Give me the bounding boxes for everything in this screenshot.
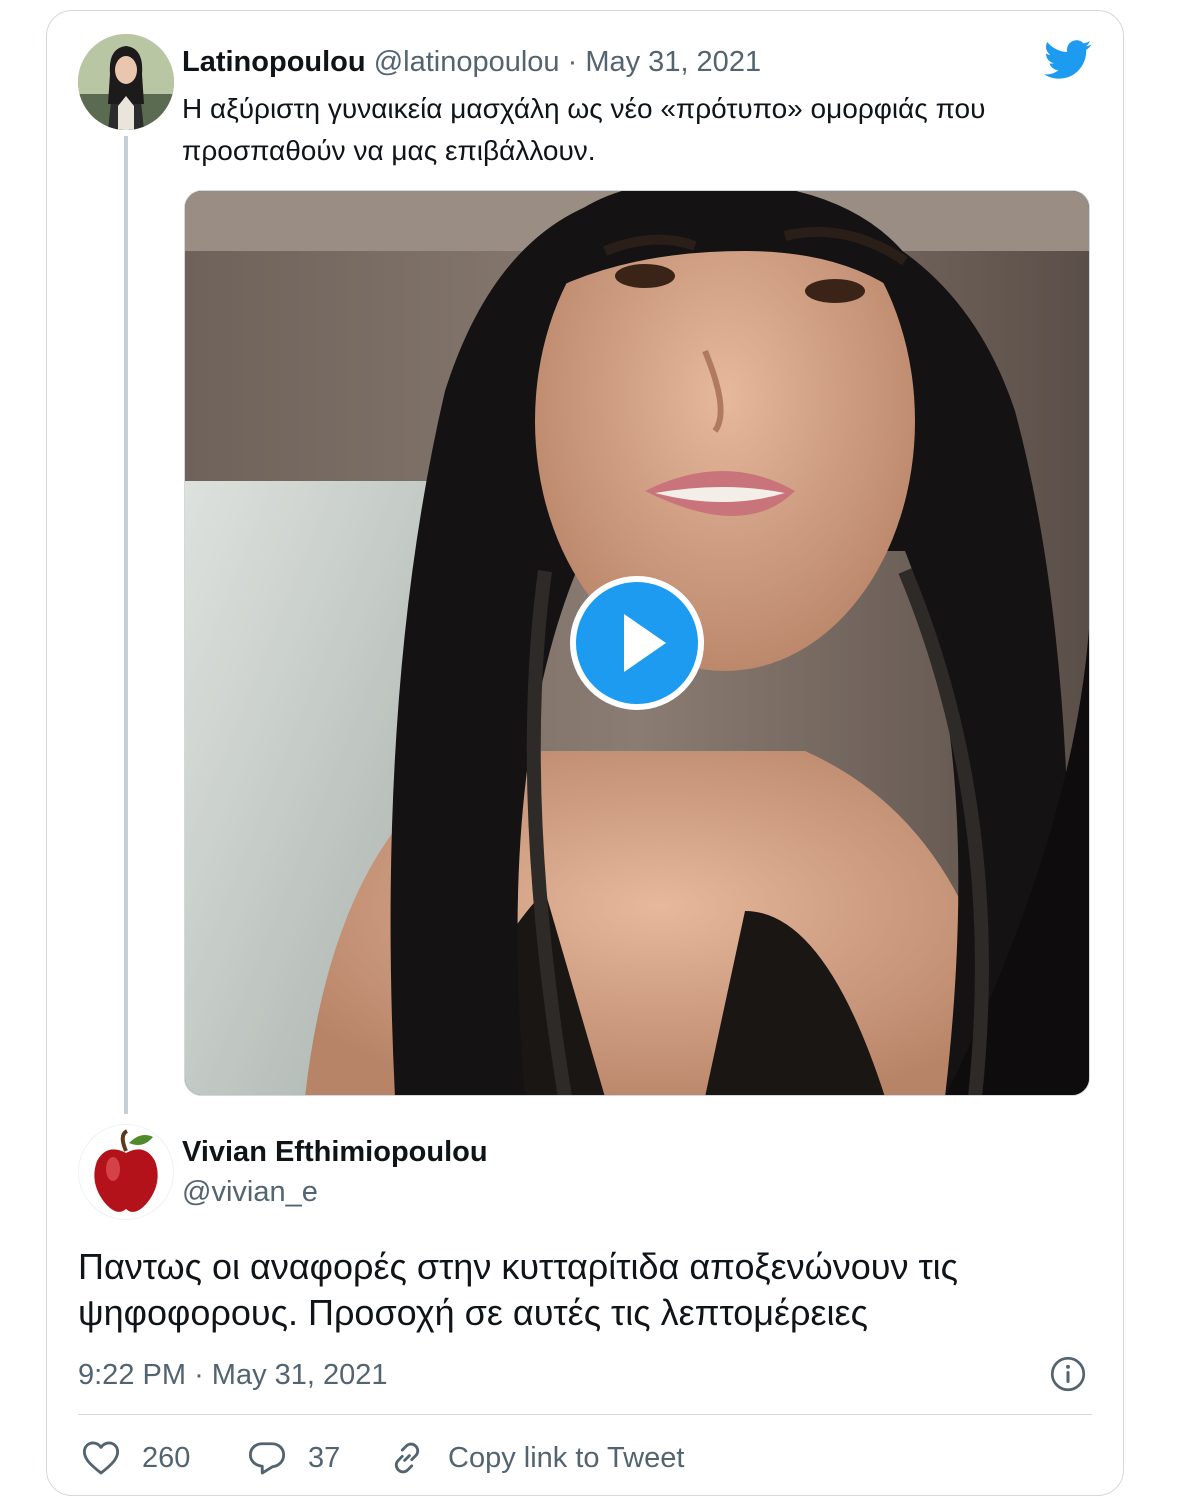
reply-time: 9:22 PM bbox=[78, 1359, 186, 1391]
link-icon bbox=[394, 1442, 420, 1474]
parent-tweet-header: Latinopoulou @latinopoulou · May 31, 202… bbox=[182, 44, 761, 80]
info-icon[interactable] bbox=[1050, 1356, 1086, 1392]
like-button[interactable]: 260 bbox=[82, 1436, 190, 1480]
reply-tweet-text: Παντως οι αναφορές στην κυτταρίτιδα αποξ… bbox=[78, 1246, 959, 1333]
parent-tweet-text: Η αξύριστη γυναικεία μασχάλη ως νέο «πρό… bbox=[182, 93, 986, 166]
reply-button[interactable]: 37 bbox=[248, 1436, 340, 1480]
play-icon bbox=[624, 614, 666, 672]
separator-dot: · bbox=[567, 46, 578, 78]
twitter-bird-icon[interactable] bbox=[1044, 40, 1092, 80]
heart-icon bbox=[82, 1441, 120, 1475]
apple-icon bbox=[94, 1129, 158, 1212]
reply-date: May 31, 2021 bbox=[211, 1359, 388, 1391]
parent-author-name[interactable]: Latinopoulou bbox=[182, 46, 366, 78]
copy-link-label: Copy link to Tweet bbox=[448, 1441, 685, 1474]
parent-author-handle[interactable]: @latinopoulou bbox=[374, 46, 560, 78]
reply-timestamp[interactable]: 9:22 PM · May 31, 2021 bbox=[78, 1356, 388, 1394]
speech-bubble-icon bbox=[248, 1442, 286, 1475]
latinopoulou-avatar[interactable] bbox=[78, 34, 174, 130]
copy-link-button[interactable]: Copy link to Tweet bbox=[388, 1436, 684, 1480]
separator-dot: · bbox=[194, 1359, 204, 1391]
vivian-avatar[interactable] bbox=[78, 1124, 174, 1220]
like-count: 260 bbox=[142, 1441, 191, 1474]
reply-count: 37 bbox=[308, 1441, 341, 1474]
reply-author-handle[interactable]: @vivian_e bbox=[182, 1174, 318, 1210]
reply-author-name[interactable]: Vivian Efthimiopoulou bbox=[182, 1134, 488, 1170]
actions-divider bbox=[78, 1414, 1092, 1415]
parent-tweet-date[interactable]: May 31, 2021 bbox=[585, 46, 761, 78]
thread-connector-line bbox=[124, 136, 128, 1114]
play-button[interactable] bbox=[570, 576, 704, 710]
